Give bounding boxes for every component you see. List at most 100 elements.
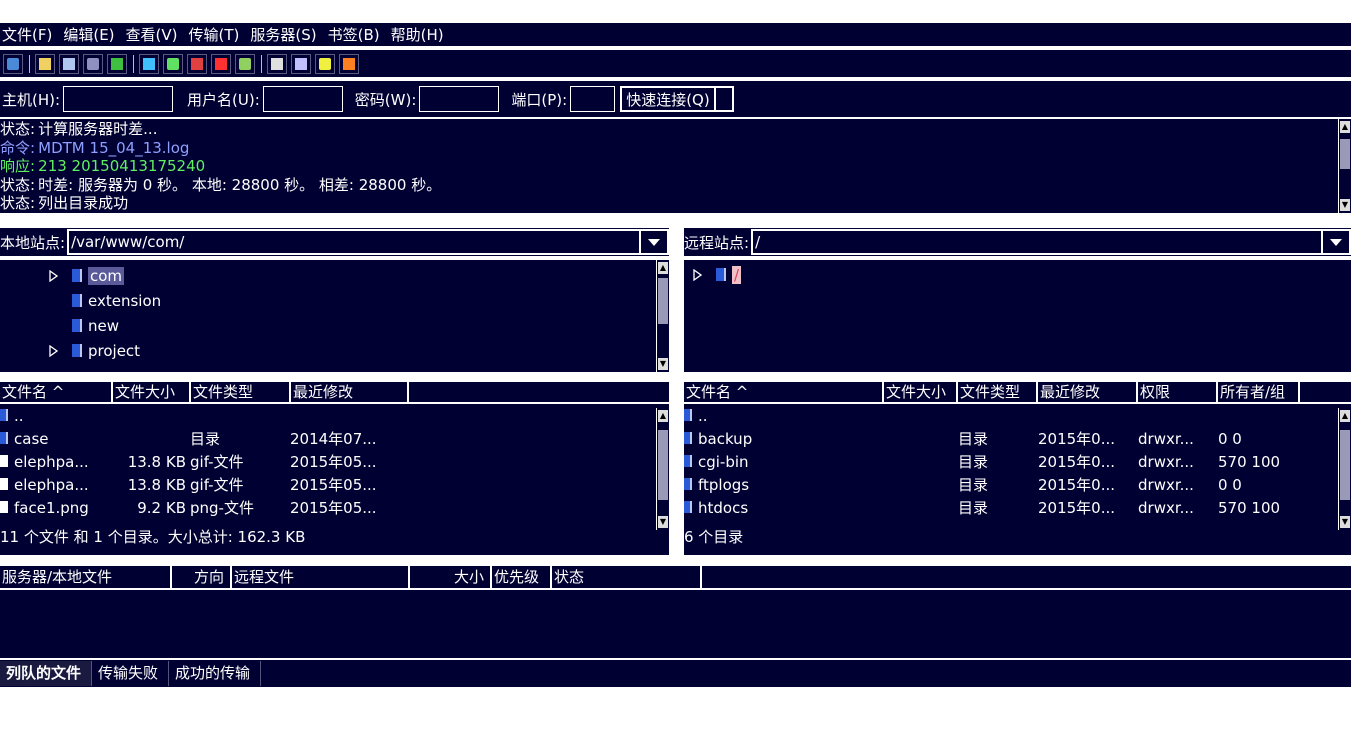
menu-item[interactable]: 帮助(H) xyxy=(389,24,453,45)
queue-column-header[interactable]: 远程文件 xyxy=(232,566,410,588)
local-path-input[interactable]: /var/www/com/ xyxy=(67,229,669,255)
file-row[interactable]: case 目录 2014年07... xyxy=(0,427,669,450)
reconnect-icon[interactable] xyxy=(235,53,255,74)
column-header[interactable]: 文件类型 xyxy=(191,382,291,402)
filter-icon[interactable] xyxy=(267,53,287,74)
menu-item[interactable]: 书签(B) xyxy=(326,24,389,45)
column-header[interactable]: 文件大小 xyxy=(113,382,191,402)
file-row[interactable]: cgi-bin 目录 2015年0... drwxr... 570 100 xyxy=(684,450,1351,473)
file-row[interactable]: .. xyxy=(0,404,669,427)
toggle-queue-icon[interactable] xyxy=(107,53,127,74)
file-row[interactable]: elephpa... 13.8 KB gif-文件 2015年05... xyxy=(0,473,669,496)
scroll-down-icon[interactable]: ▼ xyxy=(658,358,668,370)
remote-path-input[interactable]: / xyxy=(751,229,1351,255)
column-header[interactable]: 所有者/组 xyxy=(1218,382,1300,402)
file-row[interactable]: ftplogs 目录 2015年0... drwxr... 0 0 xyxy=(684,473,1351,496)
scroll-down-icon[interactable]: ▼ xyxy=(658,516,668,528)
search-icon[interactable] xyxy=(339,53,359,74)
expand-arrow-icon[interactable] xyxy=(690,268,704,281)
file-row[interactable]: htdocs 目录 2015年0... drwxr... 570 100 xyxy=(684,496,1351,519)
port-input[interactable] xyxy=(570,86,616,112)
tree-item[interactable]: com xyxy=(46,263,669,288)
expand-arrow-icon[interactable] xyxy=(46,269,60,282)
password-input[interactable] xyxy=(419,86,500,112)
menu-item[interactable]: 编辑(E) xyxy=(61,24,123,45)
folder-icon xyxy=(684,408,692,421)
scroll-thumb[interactable] xyxy=(1340,139,1350,169)
scroll-thumb[interactable] xyxy=(658,278,668,324)
scroll-up-icon[interactable]: ▲ xyxy=(658,262,668,274)
chevron-down-icon[interactable] xyxy=(1321,231,1349,253)
local-list-scrollbar[interactable]: ▲ ▼ xyxy=(656,408,669,530)
column-header[interactable]: 最近修改 xyxy=(1038,382,1138,402)
file-name: cgi-bin xyxy=(684,453,884,471)
splitter-grip[interactable] xyxy=(656,214,692,217)
file-row[interactable]: elephpa... 13.8 KB gif-文件 2015年05... xyxy=(0,450,669,473)
file-perms: drwxr... xyxy=(1138,429,1194,448)
tree-item[interactable]: new xyxy=(46,313,669,338)
queue-column-header[interactable]: 状态 xyxy=(552,566,702,588)
menu-item[interactable]: 服务器(S) xyxy=(248,24,325,45)
refresh-icon[interactable] xyxy=(139,53,159,74)
splitter-grip[interactable] xyxy=(1000,374,1036,377)
file-name: .. xyxy=(698,406,708,425)
tree-item[interactable]: extension xyxy=(46,288,669,313)
column-header[interactable]: 文件大小 xyxy=(884,382,958,402)
file-modified: 2015年05... xyxy=(290,476,377,494)
chevron-down-icon[interactable] xyxy=(639,231,667,253)
scroll-thumb[interactable] xyxy=(1340,430,1350,500)
folder-icon xyxy=(684,454,692,467)
queue-tab[interactable]: 列队的文件 xyxy=(0,661,93,686)
queue-list xyxy=(0,590,1351,658)
splitter-grip[interactable] xyxy=(656,557,692,560)
log-scrollbar[interactable]: ▲ ▼ xyxy=(1338,119,1351,213)
toolbar-separator xyxy=(133,54,134,73)
sync-browse-icon[interactable] xyxy=(315,53,335,74)
queue-column-header[interactable]: 服务器/本地文件 xyxy=(0,566,172,588)
scroll-up-icon[interactable]: ▲ xyxy=(1340,410,1350,422)
file-row[interactable]: .. xyxy=(684,404,1351,427)
scroll-down-icon[interactable]: ▼ xyxy=(1340,516,1350,528)
menu-item[interactable]: 查看(V) xyxy=(124,24,187,45)
file-row[interactable]: backup 目录 2015年0... drwxr... 0 0 xyxy=(684,427,1351,450)
menu-item[interactable]: 文件(F) xyxy=(0,24,61,45)
menu-item[interactable]: 传输(T) xyxy=(187,24,249,45)
process-queue-icon[interactable] xyxy=(163,53,183,74)
scroll-up-icon[interactable]: ▲ xyxy=(658,410,668,422)
queue-column-header[interactable]: 优先级 xyxy=(492,566,552,588)
cancel-icon[interactable] xyxy=(187,53,207,74)
queue-tab[interactable]: 成功的传输 xyxy=(169,661,262,686)
scroll-up-icon[interactable]: ▲ xyxy=(1340,121,1350,133)
scroll-thumb[interactable] xyxy=(658,430,668,500)
quickconnect-dropdown-button[interactable] xyxy=(715,86,734,112)
column-header[interactable]: 最近修改 xyxy=(291,382,409,402)
file-row[interactable]: face1.png 9.2 KB png-文件 2015年05... xyxy=(0,496,669,519)
column-header[interactable]: 文件类型 xyxy=(958,382,1038,402)
queue-column-header[interactable]: 大小 xyxy=(410,566,492,588)
tree-item[interactable]: / xyxy=(690,262,1351,287)
column-header[interactable]: 文件名 ^ xyxy=(0,382,113,402)
site-manager-icon[interactable] xyxy=(3,53,23,74)
column-header[interactable]: 权限 xyxy=(1138,382,1218,402)
queue-column-header[interactable]: 方向 xyxy=(172,566,232,588)
password-label: 密码(W): xyxy=(354,90,417,109)
folder-icon xyxy=(0,408,8,421)
scroll-down-icon[interactable]: ▼ xyxy=(1340,199,1350,211)
toggle-log-icon[interactable] xyxy=(35,53,55,74)
toggle-local-tree-icon[interactable] xyxy=(59,53,79,74)
remote-list-scrollbar[interactable]: ▲ ▼ xyxy=(1338,408,1351,530)
username-input[interactable] xyxy=(262,86,343,112)
splitter-grip[interactable] xyxy=(314,374,350,377)
disconnect-icon[interactable] xyxy=(211,53,231,74)
quickconnect-button-label: 快速连接(Q) xyxy=(626,90,710,109)
expand-arrow-icon[interactable] xyxy=(46,344,60,357)
queue-tab[interactable]: 传输失败 xyxy=(92,661,170,686)
column-header[interactable]: 文件名 ^ xyxy=(684,382,884,402)
local-tree-scrollbar[interactable]: ▲ ▼ xyxy=(656,260,669,372)
tree-item[interactable]: project xyxy=(46,338,669,363)
file-name: .. xyxy=(14,406,24,425)
compare-icon[interactable] xyxy=(291,53,311,74)
quickconnect-button[interactable]: 快速连接(Q) xyxy=(620,86,716,112)
host-input[interactable] xyxy=(63,86,174,112)
toggle-remote-tree-icon[interactable] xyxy=(83,53,103,74)
